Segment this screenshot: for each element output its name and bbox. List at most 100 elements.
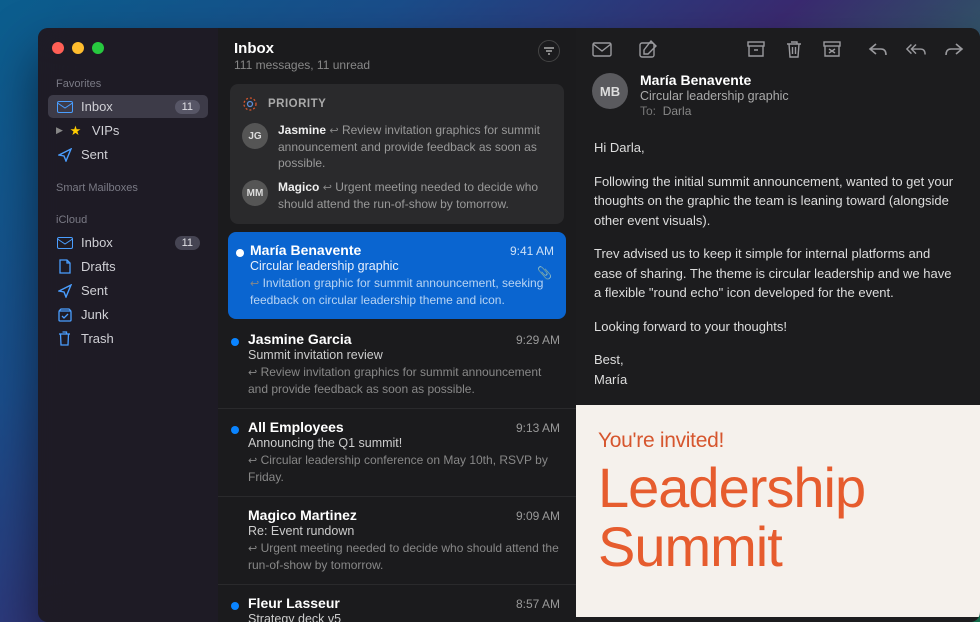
body-para: Trev advised us to keep it simple for in…: [594, 244, 962, 303]
msg-preview: ↩︎ Invitation graphic for summit announc…: [250, 275, 554, 308]
list-header: Inbox 111 messages, 11 unread: [218, 28, 576, 80]
unread-dot: [231, 602, 239, 610]
mail-window: Favorites Inbox 11 ▶ ★ VIPs Sent Smart M…: [38, 28, 980, 622]
priority-heading: PRIORITY: [268, 98, 326, 110]
forward-button[interactable]: [944, 40, 964, 58]
sidebar-item-label: VIPs: [92, 123, 200, 138]
reply-all-button[interactable]: [906, 40, 926, 58]
attachment-icon: 📎: [537, 266, 552, 280]
reply-icon: ↩︎: [323, 182, 332, 194]
section-smart-label: Smart Mailboxes: [48, 178, 208, 198]
star-icon: ★: [67, 124, 84, 138]
msg-sender: Magico Martinez: [248, 507, 357, 523]
trash-icon: [56, 332, 73, 346]
unread-dot: [236, 249, 244, 257]
reply-icon: ↩︎: [248, 367, 257, 379]
sent-icon: [56, 284, 73, 298]
junk-button[interactable]: [822, 40, 842, 58]
email-subject: Circular leadership graphic: [640, 89, 789, 103]
sidebar-item-vips[interactable]: ▶ ★ VIPs: [48, 119, 208, 142]
compose-button[interactable]: [638, 40, 658, 58]
sidebar-item-label: Trash: [81, 331, 200, 346]
invite-title: LeadershipSummit: [598, 459, 958, 577]
archive-button[interactable]: [592, 40, 612, 58]
msg-subject: Summit invitation review: [248, 348, 560, 362]
priority-item[interactable]: JG Jasmine ↩︎ Review invitation graphics…: [242, 122, 552, 171]
msg-preview: ↩︎ Review invitation graphics for summit…: [248, 364, 560, 397]
invite-heading: You're invited!: [598, 429, 958, 453]
message-list-pane: Inbox 111 messages, 11 unread PRIORITY J…: [218, 28, 576, 622]
minimize-window-button[interactable]: [72, 42, 84, 54]
sidebar-item-sent[interactable]: Sent: [48, 143, 208, 166]
move-button[interactable]: [746, 40, 766, 58]
priority-summary: Jasmine ↩︎ Review invitation graphics fo…: [278, 122, 552, 171]
msg-sender: All Employees: [248, 419, 344, 435]
message-item[interactable]: All Employees 9:13 AM Announcing the Q1 s…: [218, 409, 576, 497]
avatar: JG: [242, 123, 268, 149]
priority-summary: Magico ↩︎ Urgent meeting needed to decid…: [278, 179, 552, 212]
msg-sender: Fleur Lasseur: [248, 595, 340, 611]
junk-icon: [56, 308, 73, 322]
unread-badge: 11: [175, 236, 200, 250]
sent-icon: [56, 148, 73, 162]
msg-time: 9:29 AM: [516, 333, 560, 347]
msg-subject: Re: Event rundown: [248, 524, 560, 538]
sidebar-item-label: Drafts: [81, 259, 200, 274]
reply-icon: ↩︎: [248, 455, 257, 467]
sidebar-item-icloud-inbox[interactable]: Inbox 11: [48, 231, 208, 254]
msg-subject: Circular leadership graphic: [250, 259, 554, 273]
message-item[interactable]: Magico Martinez9:09 AM Re: Event rundown…: [218, 497, 576, 585]
invite-graphic: You're invited! LeadershipSummit: [576, 405, 980, 617]
list-title: Inbox: [234, 40, 370, 57]
from-name: María Benavente: [640, 72, 789, 88]
unread-dot: [231, 426, 239, 434]
msg-subject: Announcing the Q1 summit!: [248, 436, 560, 450]
sidebar-item-label: Sent: [81, 283, 200, 298]
reader-toolbar: [576, 28, 980, 66]
sidebar-item-label: Junk: [81, 307, 200, 322]
reply-icon: ↩︎: [250, 278, 259, 290]
msg-time: 8:57 AM: [516, 597, 560, 611]
section-icloud-label: iCloud: [48, 210, 208, 230]
sender-avatar: MB: [592, 73, 628, 109]
body-para: Best,María: [594, 350, 962, 389]
inbox-icon: [56, 100, 73, 114]
sidebar-item-junk[interactable]: Junk: [48, 303, 208, 326]
sidebar-item-icloud-sent[interactable]: Sent: [48, 279, 208, 302]
priority-box: PRIORITY JG Jasmine ↩︎ Review invitation…: [230, 84, 564, 224]
reader-pane: MB María Benavente Circular leadership g…: [576, 28, 980, 622]
maximize-window-button[interactable]: [92, 42, 104, 54]
sidebar-item-drafts[interactable]: Drafts: [48, 255, 208, 278]
inbox-icon: [56, 236, 73, 250]
email-body: Hi Darla, Following the initial summit a…: [576, 132, 980, 395]
body-para: Hi Darla,: [594, 138, 962, 158]
close-window-button[interactable]: [52, 42, 64, 54]
msg-sender: Jasmine Garcia: [248, 331, 352, 347]
msg-preview: ↩︎ Urgent meeting needed to decide who s…: [248, 540, 560, 573]
unread-badge: 11: [175, 100, 200, 114]
to-name: Darla: [663, 104, 692, 118]
email-header: MB María Benavente Circular leadership g…: [576, 66, 980, 132]
sidebar-item-inbox[interactable]: Inbox 11: [48, 95, 208, 118]
message-item[interactable]: Jasmine Garcia 9:29 AM Summit invitation …: [218, 321, 576, 409]
priority-item[interactable]: MM Magico ↩︎ Urgent meeting needed to de…: [242, 179, 552, 212]
msg-time: 9:13 AM: [516, 421, 560, 435]
sidebar-item-label: Inbox: [81, 99, 167, 114]
reply-icon: ↩︎: [248, 543, 257, 555]
unread-dot: [231, 338, 239, 346]
delete-button[interactable]: [784, 40, 804, 58]
message-item[interactable]: Fleur Lasseur8:57 AM Strategy deck v5 ↩︎…: [218, 585, 576, 622]
msg-preview: ↩︎ Circular leadership conference on May…: [248, 452, 560, 485]
sidebar-item-label: Sent: [81, 147, 200, 162]
reply-icon: ↩︎: [329, 125, 338, 137]
list-subtitle: 111 messages, 11 unread: [234, 58, 370, 72]
sidebar-item-trash[interactable]: Trash: [48, 327, 208, 350]
window-controls: [48, 38, 208, 70]
message-item[interactable]: María Benavente9:41 AM Circular leadersh…: [228, 232, 566, 319]
to-line: To: Darla: [640, 104, 789, 118]
reply-button[interactable]: [868, 40, 888, 58]
filter-button[interactable]: [538, 40, 560, 62]
sidebar: Favorites Inbox 11 ▶ ★ VIPs Sent Smart M…: [38, 28, 218, 622]
msg-time: 9:41 AM: [510, 244, 554, 258]
drafts-icon: [56, 260, 73, 274]
